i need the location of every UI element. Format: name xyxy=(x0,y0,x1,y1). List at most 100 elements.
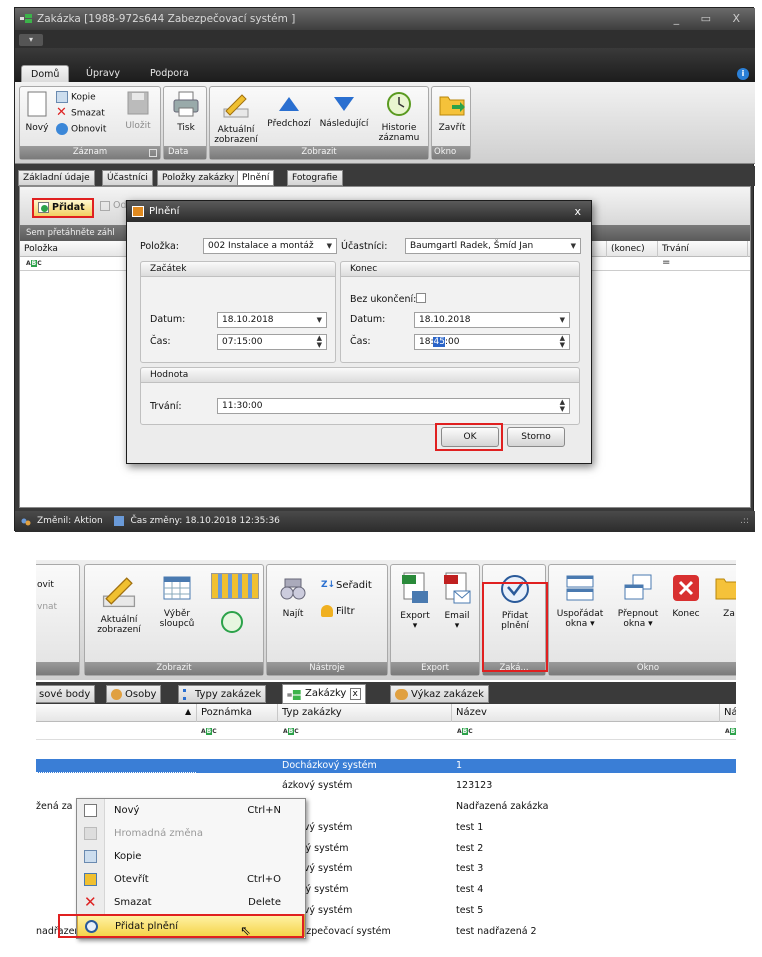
col-typ-zakazky[interactable]: Typ zakázky xyxy=(278,704,452,722)
tab-polozky-zakazky[interactable]: Položky zakázky xyxy=(157,170,240,186)
col-polozka[interactable]: Položka xyxy=(20,241,140,257)
menu-item-kopie[interactable]: Kopie xyxy=(77,845,305,868)
obnovit-button[interactable]: ovit xyxy=(37,579,54,592)
col-nazev[interactable]: Název xyxy=(452,704,720,722)
storno-button[interactable]: Storno xyxy=(507,427,565,447)
seradit-button[interactable]: Z↓Seřadit xyxy=(321,579,372,592)
polozka-label: Položka: xyxy=(140,241,179,252)
smazat-button[interactable]: ✕ Smazat xyxy=(56,106,105,121)
tab-typy-zakazek[interactable]: Typy zakázek xyxy=(178,685,267,703)
ulozit-button[interactable]: Uložit xyxy=(120,91,156,131)
history-clock-icon xyxy=(387,92,411,116)
email-button[interactable]: Email ▾ xyxy=(437,571,477,631)
menu-item-hromadna-zmena[interactable]: Hromadná změna xyxy=(77,822,305,845)
vyber-sloupcu-button[interactable]: Výběr sloupců xyxy=(151,573,203,629)
obnovit-button[interactable]: Obnovit xyxy=(56,123,106,137)
window-title: Zakázka [1988-972s644 Zabezpečovací syst… xyxy=(37,13,296,25)
tab-plneni[interactable]: Plnění xyxy=(237,170,275,186)
filter-funnel-icon xyxy=(321,605,333,617)
group-label-okno-2: Okno xyxy=(549,662,736,675)
tab-close-button: x xyxy=(349,688,361,700)
layout-icon[interactable] xyxy=(211,573,259,599)
tab-podpora[interactable]: Podpora xyxy=(141,65,198,82)
filter-abc-icon[interactable]: ABC xyxy=(201,728,217,735)
table-row[interactable]: ázkový systém 123123 xyxy=(36,779,736,793)
filter-abc-icon[interactable]: ABC xyxy=(457,728,473,735)
detail-tabs: Základní údaje Účastníci Položky zakázky… xyxy=(15,166,755,186)
zavrit-partial-button[interactable]: Za xyxy=(709,573,736,619)
konec-datum-label: Datum: xyxy=(350,314,386,325)
polozka-combo[interactable]: 002 Instalace a montáž ▼ xyxy=(203,238,337,254)
group-data: Tisk Data xyxy=(163,86,207,160)
ok-button[interactable]: OK xyxy=(441,427,499,447)
tab-casove-body[interactable]: sové body xyxy=(36,685,96,703)
table-row[interactable]: Docházkový systém 1 xyxy=(36,759,736,773)
launcher-icon[interactable] xyxy=(149,149,157,157)
spinner-icon: ▲ ▼ xyxy=(559,334,565,349)
bez-ukonceni-checkbox[interactable] xyxy=(416,293,426,303)
najit-button[interactable]: Najít xyxy=(273,573,313,619)
filter-equals[interactable]: = xyxy=(662,257,670,268)
quick-access-dropdown[interactable]: ▾ xyxy=(19,34,43,46)
window-controls[interactable]: _ ▭ X xyxy=(674,8,749,30)
menu-item-otevrit[interactable]: Otevřít Ctrl+O xyxy=(77,868,305,891)
kopie-button[interactable]: Kopie xyxy=(56,91,96,105)
chevron-down-icon: ▼ xyxy=(559,316,565,324)
tisk-button[interactable]: Tisk xyxy=(168,91,204,133)
konec-datum-input[interactable]: 18.10.2018 ▼ xyxy=(414,312,570,328)
tab-vykaz-zakazek[interactable]: Výkaz zakázek xyxy=(390,685,489,703)
predchozi-button[interactable]: Předchozí xyxy=(264,95,314,129)
group-label-data: Data xyxy=(164,146,206,159)
zacatek-cas-input[interactable]: 07:15:00 ▲ ▼ xyxy=(217,334,327,350)
pridat-button[interactable]: Přidat xyxy=(32,198,94,218)
sort-asc-icon[interactable]: ▲ xyxy=(185,707,191,716)
dialog-close-button[interactable]: x xyxy=(574,201,581,222)
usporadat-okna-button[interactable]: Uspořádat okna ▾ xyxy=(551,573,609,629)
tab-ucastnici[interactable]: Účastníci xyxy=(102,170,153,186)
filtr-button[interactable]: Filtr xyxy=(321,605,355,618)
export-button[interactable]: Export ▾ xyxy=(395,571,435,631)
help-icon[interactable]: i xyxy=(737,68,749,80)
close-red-icon xyxy=(673,575,699,601)
folder-exit-icon xyxy=(439,96,465,116)
new-doc-icon xyxy=(84,804,97,817)
nasledujici-button[interactable]: Následující xyxy=(316,95,372,129)
group-nastroje: Najít Z↓Seřadit Filtr Nástroje xyxy=(266,564,388,676)
filter-abc-icon[interactable]: AB xyxy=(725,728,736,735)
chevron-down-icon: ▼ xyxy=(326,242,332,250)
menu-item-smazat[interactable]: ✕ Smazat Delete xyxy=(77,891,305,914)
tab-osoby[interactable]: Osoby xyxy=(106,685,162,703)
historie-zaznamu-button[interactable]: Historie záznamu xyxy=(374,91,424,143)
tab-upravy[interactable]: Úpravy xyxy=(77,65,129,82)
tab-zakladni-udaje[interactable]: Základní údaje xyxy=(18,170,95,186)
tab-zakazky[interactable]: Zakázky x xyxy=(282,684,366,704)
resize-grip[interactable]: .:: xyxy=(740,511,749,532)
trvani-input[interactable]: 11:30:00 ▲ ▼ xyxy=(217,398,570,414)
zacatek-datum-input[interactable]: 18.10.2018 ▼ xyxy=(217,312,327,328)
dialog-title: Plnění xyxy=(149,206,180,217)
col-na[interactable]: Ná xyxy=(720,704,736,722)
col-poznamka[interactable]: Poznámka xyxy=(196,704,278,722)
section-konec: Konec Bez ukončení: Datum: 18.10.2018 ▼ Č… xyxy=(340,261,580,363)
filter-abc-icon[interactable]: ABC xyxy=(283,728,299,735)
tab-domu[interactable]: Domů xyxy=(21,65,70,82)
ucastnici-combo[interactable]: Baumgartl Radek, Šmíd Jan ▼ xyxy=(405,238,581,254)
konec-cas-label: Čas: xyxy=(350,336,371,347)
filter-abc-icon[interactable]: ABC xyxy=(26,260,42,267)
col-konec[interactable]: (konec) xyxy=(606,241,658,257)
group-zaznam-partial: ovit vnat xyxy=(36,564,80,676)
aktualni-zobrazeni-button[interactable]: Aktuální zobrazení xyxy=(91,573,147,635)
konec-button[interactable]: Konec xyxy=(667,573,705,619)
tab-fotografie[interactable]: Fotografie xyxy=(287,170,343,186)
col-trvani[interactable]: Trvání xyxy=(658,241,748,257)
odebrat-button[interactable]: Od xyxy=(100,200,127,211)
menu-item-novy[interactable]: Nový Ctrl+N xyxy=(77,799,305,822)
konec-cas-input[interactable]: 18:45:00 ▲ ▼ xyxy=(414,334,570,350)
restore-icon[interactable] xyxy=(221,611,243,633)
novy-button[interactable]: Nový xyxy=(24,91,50,133)
zavrit-button[interactable]: Zavřít xyxy=(434,91,470,133)
aktualni-zobrazeni-button[interactable]: Aktuální zobrazení xyxy=(214,91,258,145)
ulozit-partial[interactable]: vnat xyxy=(37,601,57,614)
konec-cas-selection: 45 xyxy=(433,337,445,347)
prepnout-okna-button[interactable]: Přepnout okna ▾ xyxy=(611,573,665,629)
